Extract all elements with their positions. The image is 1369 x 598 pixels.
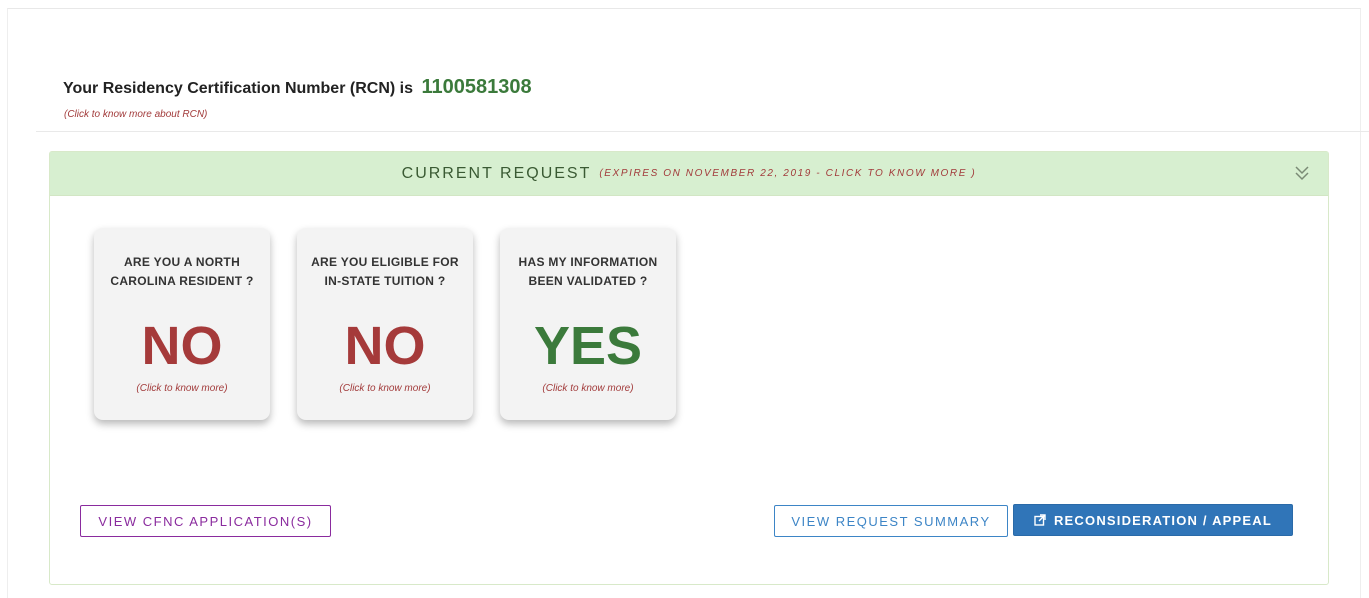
card-help-link[interactable]: (Click to know more)	[297, 383, 473, 394]
rcn-number: 1100581308	[421, 76, 532, 98]
resident-card[interactable]: ARE YOU A NORTH CAROLINA RESIDENT ? NO (…	[94, 228, 270, 420]
card-question: ARE YOU ELIGIBLE FOR IN-STATE TUITION ?	[311, 255, 459, 288]
panel-header[interactable]: CURRENT REQUEST (EXPIRES ON NOVEMBER 22,…	[50, 152, 1328, 196]
reconsideration-appeal-button[interactable]: RECONSIDERATION / APPEAL	[1013, 504, 1293, 536]
tuition-card[interactable]: ARE YOU ELIGIBLE FOR IN-STATE TUITION ? …	[297, 228, 473, 420]
view-cfnc-applications-button[interactable]: VIEW CFNC APPLICATION(S)	[80, 505, 331, 537]
validated-card[interactable]: HAS MY INFORMATION BEEN VALIDATED ? YES …	[500, 228, 676, 420]
card-answer: YES	[533, 316, 643, 376]
appeal-label: RECONSIDERATION / APPEAL	[1053, 512, 1273, 528]
rcn-heading: Your Residency Certification Number (RCN…	[63, 76, 532, 99]
rcn-label: Your Residency Certification Number (RCN…	[63, 80, 413, 97]
external-link-icon	[1034, 514, 1046, 526]
panel-title: CURRENT REQUEST	[401, 164, 592, 182]
card-help-link[interactable]: (Click to know more)	[500, 383, 676, 394]
divider	[36, 131, 1369, 132]
card-answer: NO	[344, 316, 426, 376]
double-chevron-down-icon[interactable]	[1294, 164, 1310, 182]
view-request-summary-button[interactable]: VIEW REQUEST SUMMARY	[774, 505, 1008, 537]
card-question: ARE YOU A NORTH CAROLINA RESIDENT ?	[110, 255, 254, 288]
expiry-link[interactable]: (EXPIRES ON NOVEMBER 22, 2019 - CLICK TO…	[599, 168, 976, 179]
card-help-link[interactable]: (Click to know more)	[94, 383, 270, 394]
card-answer: NO	[141, 316, 223, 376]
current-request-panel: CURRENT REQUEST (EXPIRES ON NOVEMBER 22,…	[49, 151, 1329, 585]
card-question: HAS MY INFORMATION BEEN VALIDATED ?	[518, 255, 658, 288]
rcn-help-link[interactable]: (Click to know more about RCN)	[64, 109, 207, 120]
